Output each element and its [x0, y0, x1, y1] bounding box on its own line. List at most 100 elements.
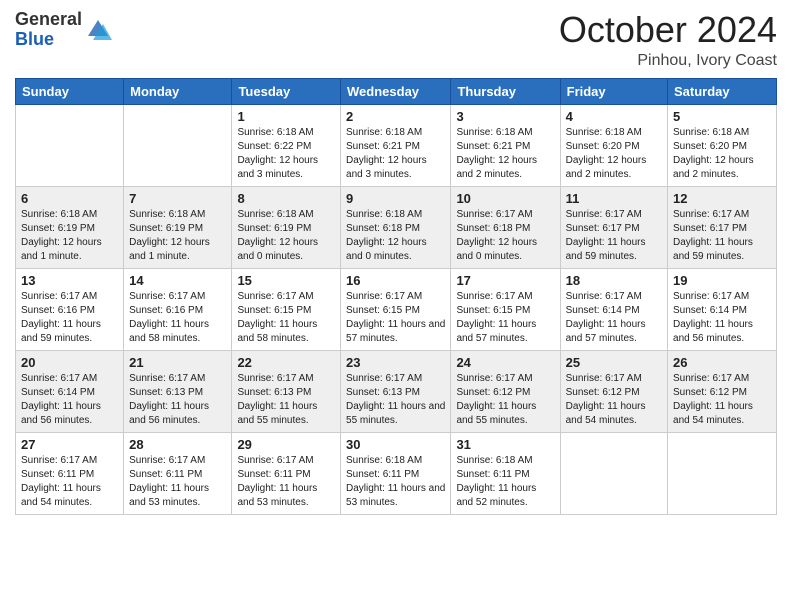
table-row: 23 Sunrise: 6:17 AM Sunset: 6:13 PM Dayli…	[341, 350, 451, 432]
day-number: 26	[673, 355, 771, 370]
location-subtitle: Pinhou, Ivory Coast	[559, 52, 777, 70]
day-number: 28	[129, 437, 226, 452]
table-row: 11Sunrise: 6:17 AM Sunset: 6:17 PM Dayli…	[560, 186, 667, 268]
day-number: 5	[673, 109, 771, 124]
day-info: Sunrise: 6:18 AM Sunset: 6:18 PM Dayligh…	[346, 208, 445, 264]
day-number: 19	[673, 273, 771, 288]
day-number: 14	[129, 273, 226, 288]
table-row: 19 Sunrise: 6:17 AM Sunset: 6:14 PM Dayli…	[668, 268, 777, 350]
table-row: 9 Sunrise: 6:18 AM Sunset: 6:18 PM Daylig…	[341, 186, 451, 268]
logo-icon	[84, 16, 112, 44]
day-number: 22	[237, 355, 335, 370]
day-info: Sunrise: 6:18 AM Sunset: 6:20 PM Dayligh…	[566, 126, 662, 182]
day-number: 13	[21, 273, 118, 288]
day-info: Sunrise: 6:17 AM Sunset: 6:15 PM Dayligh…	[237, 290, 335, 346]
day-info: Sunrise: 6:18 AM Sunset: 6:19 PM Dayligh…	[237, 208, 335, 264]
col-wednesday: Wednesday	[341, 78, 451, 104]
day-number: 2	[346, 109, 445, 124]
day-number: 30	[346, 437, 445, 452]
table-row	[560, 432, 667, 514]
day-info: Sunrise: 6:17 AM Sunset: 6:11 PM Dayligh…	[237, 454, 335, 510]
calendar-week-row: 20 Sunrise: 6:17 AM Sunset: 6:14 PM Dayli…	[16, 350, 777, 432]
day-number: 16	[346, 273, 445, 288]
day-info: Sunrise: 6:17 AM Sunset: 6:16 PM Dayligh…	[129, 290, 226, 346]
table-row: 31Sunrise: 6:18 AM Sunset: 6:11 PM Dayli…	[451, 432, 560, 514]
table-row: 17Sunrise: 6:17 AM Sunset: 6:15 PM Dayli…	[451, 268, 560, 350]
day-info: Sunrise: 6:17 AM Sunset: 6:16 PM Dayligh…	[21, 290, 118, 346]
table-row	[16, 104, 124, 186]
table-row: 7 Sunrise: 6:18 AM Sunset: 6:19 PM Daylig…	[124, 186, 232, 268]
day-number: 3	[456, 109, 554, 124]
table-row: 4 Sunrise: 6:18 AM Sunset: 6:20 PM Daylig…	[560, 104, 667, 186]
table-row: 18Sunrise: 6:17 AM Sunset: 6:14 PM Dayli…	[560, 268, 667, 350]
day-info: Sunrise: 6:17 AM Sunset: 6:15 PM Dayligh…	[456, 290, 554, 346]
col-saturday: Saturday	[668, 78, 777, 104]
day-number: 24	[456, 355, 554, 370]
table-row: 24 Sunrise: 6:17 AM Sunset: 6:12 PM Dayli…	[451, 350, 560, 432]
day-number: 9	[346, 191, 445, 206]
table-row: 13 Sunrise: 6:17 AM Sunset: 6:16 PM Dayli…	[16, 268, 124, 350]
day-info: Sunrise: 6:17 AM Sunset: 6:14 PM Dayligh…	[673, 290, 771, 346]
day-info: Sunrise: 6:17 AM Sunset: 6:15 PM Dayligh…	[346, 290, 445, 346]
day-info: Sunrise: 6:17 AM Sunset: 6:17 PM Dayligh…	[673, 208, 771, 264]
page-header: General Blue October 2024 Pinhou, Ivory …	[15, 10, 777, 70]
table-row: 21Sunrise: 6:17 AM Sunset: 6:13 PM Dayli…	[124, 350, 232, 432]
day-number: 27	[21, 437, 118, 452]
calendar-page: General Blue October 2024 Pinhou, Ivory …	[0, 0, 792, 612]
day-info: Sunrise: 6:17 AM Sunset: 6:13 PM Dayligh…	[237, 372, 335, 428]
table-row: 14 Sunrise: 6:17 AM Sunset: 6:16 PM Dayli…	[124, 268, 232, 350]
day-number: 25	[566, 355, 662, 370]
day-info: Sunrise: 6:18 AM Sunset: 6:21 PM Dayligh…	[456, 126, 554, 182]
day-number: 4	[566, 109, 662, 124]
table-row: 8 Sunrise: 6:18 AM Sunset: 6:19 PM Daylig…	[232, 186, 341, 268]
day-info: Sunrise: 6:18 AM Sunset: 6:20 PM Dayligh…	[673, 126, 771, 182]
calendar-week-row: 1Sunrise: 6:18 AM Sunset: 6:22 PM Daylig…	[16, 104, 777, 186]
table-row: 28Sunrise: 6:17 AM Sunset: 6:11 PM Dayli…	[124, 432, 232, 514]
day-info: Sunrise: 6:17 AM Sunset: 6:17 PM Dayligh…	[566, 208, 662, 264]
day-number: 29	[237, 437, 335, 452]
day-number: 10	[456, 191, 554, 206]
day-number: 7	[129, 191, 226, 206]
day-info: Sunrise: 6:18 AM Sunset: 6:21 PM Dayligh…	[346, 126, 445, 182]
day-number: 8	[237, 191, 335, 206]
table-row: 15 Sunrise: 6:17 AM Sunset: 6:15 PM Dayli…	[232, 268, 341, 350]
calendar-week-row: 13 Sunrise: 6:17 AM Sunset: 6:16 PM Dayli…	[16, 268, 777, 350]
logo-general-text: General	[15, 10, 82, 30]
day-number: 20	[21, 355, 118, 370]
day-info: Sunrise: 6:18 AM Sunset: 6:22 PM Dayligh…	[237, 126, 335, 182]
day-info: Sunrise: 6:18 AM Sunset: 6:19 PM Dayligh…	[129, 208, 226, 264]
day-info: Sunrise: 6:17 AM Sunset: 6:12 PM Dayligh…	[456, 372, 554, 428]
table-row	[124, 104, 232, 186]
day-info: Sunrise: 6:17 AM Sunset: 6:13 PM Dayligh…	[346, 372, 445, 428]
calendar-week-row: 27 Sunrise: 6:17 AM Sunset: 6:11 PM Dayli…	[16, 432, 777, 514]
table-row: 2 Sunrise: 6:18 AM Sunset: 6:21 PM Daylig…	[341, 104, 451, 186]
day-info: Sunrise: 6:18 AM Sunset: 6:11 PM Dayligh…	[456, 454, 554, 510]
day-info: Sunrise: 6:17 AM Sunset: 6:12 PM Dayligh…	[566, 372, 662, 428]
table-row: 26Sunrise: 6:17 AM Sunset: 6:12 PM Dayli…	[668, 350, 777, 432]
calendar-week-row: 6Sunrise: 6:18 AM Sunset: 6:19 PM Daylig…	[16, 186, 777, 268]
col-thursday: Thursday	[451, 78, 560, 104]
calendar-table: Sunday Monday Tuesday Wednesday Thursday…	[15, 78, 777, 515]
table-row: 5 Sunrise: 6:18 AM Sunset: 6:20 PM Daylig…	[668, 104, 777, 186]
col-monday: Monday	[124, 78, 232, 104]
table-row: 20 Sunrise: 6:17 AM Sunset: 6:14 PM Dayli…	[16, 350, 124, 432]
day-number: 12	[673, 191, 771, 206]
table-row	[668, 432, 777, 514]
day-number: 23	[346, 355, 445, 370]
day-info: Sunrise: 6:18 AM Sunset: 6:11 PM Dayligh…	[346, 454, 445, 510]
day-info: Sunrise: 6:17 AM Sunset: 6:13 PM Dayligh…	[129, 372, 226, 428]
col-friday: Friday	[560, 78, 667, 104]
day-info: Sunrise: 6:17 AM Sunset: 6:14 PM Dayligh…	[21, 372, 118, 428]
month-title: October 2024	[559, 10, 777, 50]
table-row: 16 Sunrise: 6:17 AM Sunset: 6:15 PM Dayli…	[341, 268, 451, 350]
title-block: October 2024 Pinhou, Ivory Coast	[559, 10, 777, 70]
col-sunday: Sunday	[16, 78, 124, 104]
day-number: 15	[237, 273, 335, 288]
table-row: 12 Sunrise: 6:17 AM Sunset: 6:17 PM Dayli…	[668, 186, 777, 268]
day-info: Sunrise: 6:18 AM Sunset: 6:19 PM Dayligh…	[21, 208, 118, 264]
day-number: 18	[566, 273, 662, 288]
table-row: 22 Sunrise: 6:17 AM Sunset: 6:13 PM Dayli…	[232, 350, 341, 432]
table-row: 3 Sunrise: 6:18 AM Sunset: 6:21 PM Daylig…	[451, 104, 560, 186]
day-info: Sunrise: 6:17 AM Sunset: 6:11 PM Dayligh…	[21, 454, 118, 510]
table-row: 1Sunrise: 6:18 AM Sunset: 6:22 PM Daylig…	[232, 104, 341, 186]
